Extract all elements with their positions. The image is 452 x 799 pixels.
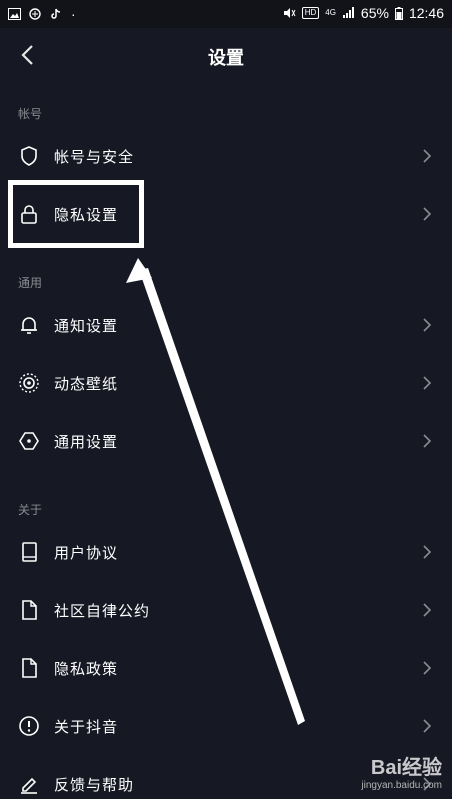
settings-screen: · HD 4G 65% 12:46 设置 帐号 帐号与安全 隐私设置 通用 通知… [0, 0, 452, 799]
gallery-icon [8, 8, 21, 20]
mute-icon [283, 8, 296, 18]
menu-item-user-agreement[interactable]: 用户协议 [0, 526, 452, 578]
chevron-right-icon [423, 207, 432, 221]
chevron-right-icon [423, 603, 432, 617]
chevron-right-icon [423, 318, 432, 332]
tiktok-icon [51, 8, 61, 19]
highlight-box [8, 180, 144, 248]
status-bar-left: · [8, 6, 76, 22]
menu-item-label: 通知设置 [54, 317, 119, 335]
menu-item-label: 通用设置 [54, 433, 119, 451]
menu-item-label: 用户协议 [54, 544, 119, 562]
menu-item-label: 动态壁纸 [54, 375, 119, 393]
chevron-right-icon [423, 149, 432, 163]
chevron-right-icon [423, 719, 432, 733]
network-type: 4G [325, 8, 336, 17]
menu-item-label: 关于抖音 [54, 718, 119, 736]
pencil-icon [21, 777, 37, 794]
bell-icon [21, 317, 37, 334]
page-title: 设置 [208, 48, 244, 69]
section-label-general: 通用 [18, 276, 43, 290]
menu-item-privacy-policy[interactable]: 隐私政策 [0, 642, 452, 694]
menu-item-notification-settings[interactable]: 通知设置 [0, 299, 452, 351]
wallpaper-icon [19, 373, 39, 393]
info-icon [19, 716, 39, 736]
status-bar: · HD 4G 65% 12:46 [0, 0, 452, 28]
hexagon-icon [19, 432, 39, 450]
clock: 12:46 [408, 5, 444, 21]
menu-item-general-settings[interactable]: 通用设置 [0, 415, 452, 467]
book-icon [22, 542, 37, 562]
menu-item-label: 帐号与安全 [54, 148, 135, 166]
watermark-logo: Bai经验 [370, 757, 442, 779]
header: 设置 [0, 28, 452, 84]
section-label-account: 帐号 [18, 107, 43, 121]
status-bar-right: HD 4G 65% 12:46 [283, 5, 444, 21]
hd-badge: HD [301, 7, 320, 19]
menu-item-live-wallpaper[interactable]: 动态壁纸 [0, 357, 452, 409]
shield-icon [21, 146, 37, 166]
menu-item-account-security[interactable]: 帐号与安全 [0, 130, 452, 182]
browser-icon [29, 8, 41, 20]
section-label-about: 关于 [18, 503, 43, 517]
chevron-right-icon [423, 434, 432, 448]
chevron-right-icon [423, 376, 432, 390]
battery-icon [394, 6, 403, 20]
notification-dot: · [71, 6, 76, 22]
menu-item-community-guidelines[interactable]: 社区自律公约 [0, 584, 452, 636]
document-icon [22, 600, 37, 620]
menu-item-label: 社区自律公约 [54, 602, 151, 620]
menu-item-about-douyin[interactable]: 关于抖音 [0, 700, 452, 752]
baidu-watermark: Bai经验 jingyan.baidu.com [361, 751, 442, 791]
signal-icon [342, 7, 354, 18]
chevron-right-icon [423, 661, 432, 675]
watermark-url: jingyan.baidu.com [361, 780, 442, 791]
menu-item-label: 隐私政策 [54, 660, 119, 678]
document-icon [22, 658, 37, 678]
chevron-right-icon [423, 545, 432, 559]
battery-percent: 65% [360, 5, 389, 21]
menu-item-label: 反馈与帮助 [54, 776, 135, 794]
